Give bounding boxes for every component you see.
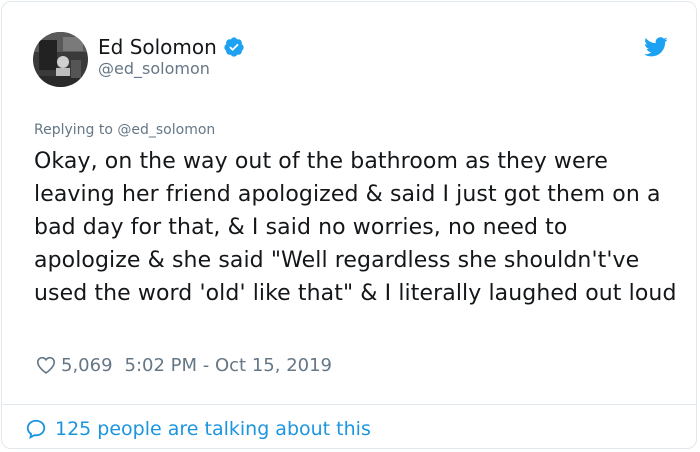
twitter-bird-icon[interactable] — [644, 37, 668, 57]
talking-about-text[interactable]: 125 people are talking about this — [55, 418, 371, 440]
author-handle[interactable]: @ed_solomon — [98, 59, 210, 79]
avatar[interactable] — [33, 32, 88, 87]
speech-bubble-icon — [26, 419, 46, 439]
replying-to-label: Replying to — [34, 122, 113, 138]
author-name-row: Ed Solomon — [98, 33, 245, 61]
tweet-card: Ed Solomon @ed_solomon Replying to @ed_s… — [1, 1, 697, 449]
verified-badge-icon — [224, 37, 244, 57]
divider — [2, 404, 696, 405]
tweet-text: Okay, on the way out of the bathroom as … — [34, 149, 677, 306]
heart-icon[interactable] — [35, 354, 57, 376]
avatar-photo-icon — [33, 32, 88, 87]
talking-about-link[interactable]: 125 people are talking about this — [25, 415, 371, 443]
like-count[interactable]: 5,069 — [61, 355, 113, 376]
display-name[interactable]: Ed Solomon — [98, 34, 217, 60]
tweet-meta: 5,069 5:02 PM - Oct 15, 2019 — [35, 351, 332, 379]
replying-to: Replying to @ed_solomon — [34, 121, 215, 139]
tweet-timestamp[interactable]: 5:02 PM - Oct 15, 2019 — [125, 355, 332, 376]
reply-mention-link[interactable]: @ed_solomon — [117, 122, 215, 138]
